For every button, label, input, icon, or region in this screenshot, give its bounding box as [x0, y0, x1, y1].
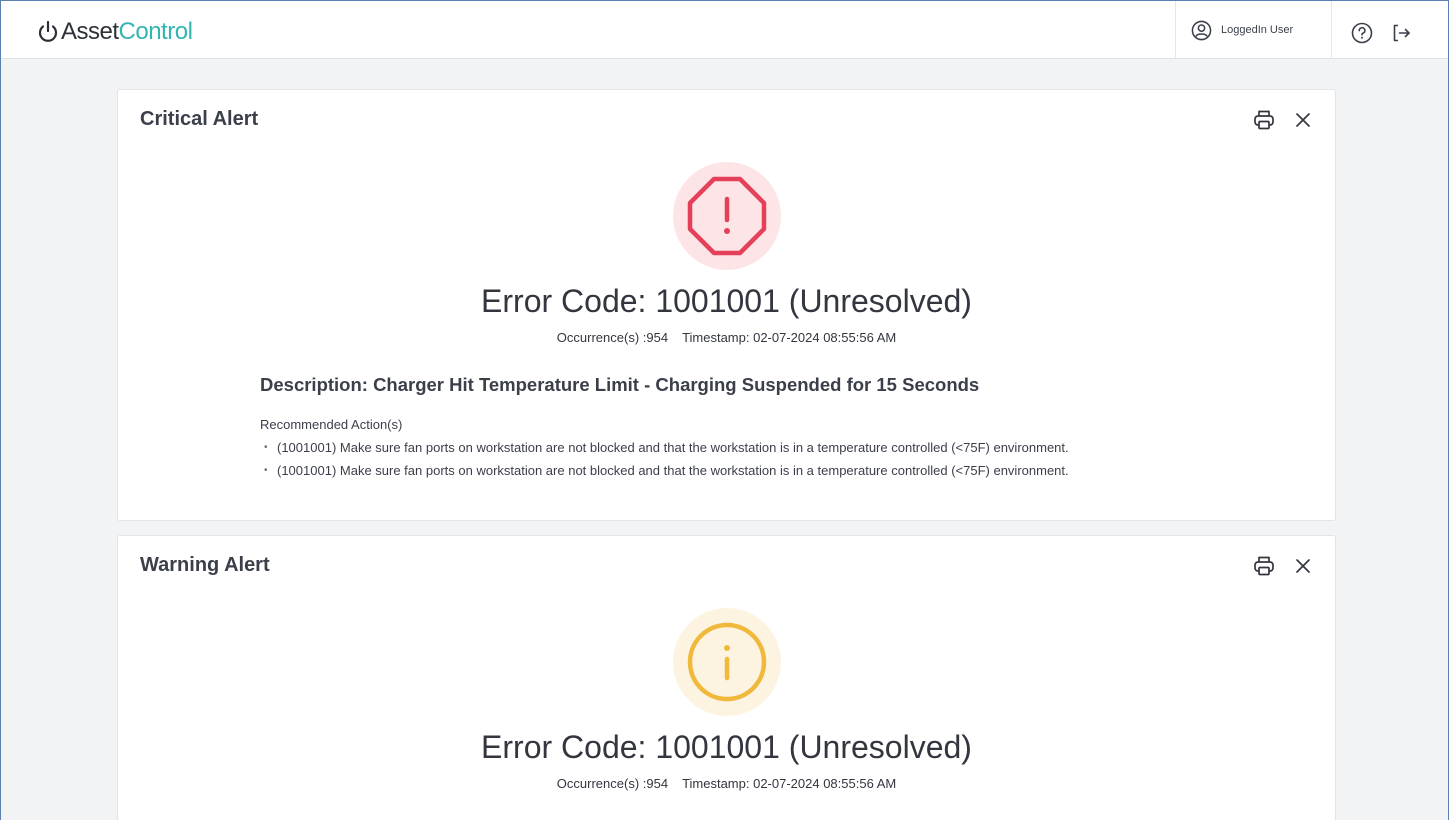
- critical-status-badge: [673, 162, 781, 270]
- logo-text-control: Control: [118, 18, 193, 45]
- user-menu[interactable]: LoggedIn User: [1175, 1, 1332, 59]
- recommended-actions-label: Recommended Action(s): [260, 417, 403, 432]
- alert-meta: Occurrence(s) :954 Timestamp: 02-07-2024 …: [118, 330, 1335, 345]
- error-code: Error Code: 1001001 (Unresolved): [481, 729, 972, 765]
- app-window: Asset Control LoggedIn User Critical Aler…: [0, 0, 1449, 820]
- logo-text-asset: Asset: [61, 18, 119, 45]
- user-name: LoggedIn User: [1221, 24, 1294, 36]
- close-icon[interactable]: [1292, 109, 1314, 131]
- logout-icon[interactable]: [1390, 22, 1412, 44]
- list-item: (1001001) Make sure fan ports on worksta…: [260, 439, 1069, 462]
- list-item: (1001001) Make sure fan ports on worksta…: [260, 462, 1069, 485]
- alert-timestamp: Timestamp: 02-07-2024 08:55:56 AM: [682, 776, 897, 791]
- info-circle-icon: [687, 622, 767, 702]
- asset-control-logo[interactable]: Asset Control: [37, 18, 193, 46]
- close-icon[interactable]: [1292, 555, 1314, 577]
- error-code: Error Code: 1001001 (Unresolved): [481, 283, 972, 319]
- warning-alert-card: Warning Alert Error Code: 1001001 (Unres…: [117, 535, 1336, 820]
- top-header: Asset Control LoggedIn User: [1, 1, 1448, 59]
- warning-status-badge: [673, 608, 781, 716]
- alert-meta: Occurrence(s) :954 Timestamp: 02-07-2024 …: [118, 776, 1335, 791]
- alert-timestamp: Timestamp: 02-07-2024 08:55:56 AM: [682, 330, 897, 345]
- alert-description: Description: Charger Hit Temperature Lim…: [260, 374, 980, 395]
- occurrence-count: Occurrence(s) :954: [556, 776, 669, 791]
- occurrence-count: Occurrence(s) :954: [556, 330, 669, 345]
- print-icon[interactable]: [1252, 554, 1276, 578]
- print-icon[interactable]: [1252, 108, 1276, 132]
- critical-alert-card: Critical Alert Error Code: 1001001 (Unre…: [117, 89, 1336, 521]
- alert-title: Critical Alert: [140, 108, 259, 130]
- help-icon[interactable]: [1351, 22, 1373, 44]
- user-circle-icon: [1191, 20, 1212, 40]
- alert-title: Warning Alert: [140, 554, 270, 576]
- power-icon: [38, 20, 58, 42]
- recommended-actions-list: (1001001) Make sure fan ports on worksta…: [260, 439, 1069, 485]
- stop-exclamation-icon: [687, 176, 767, 256]
